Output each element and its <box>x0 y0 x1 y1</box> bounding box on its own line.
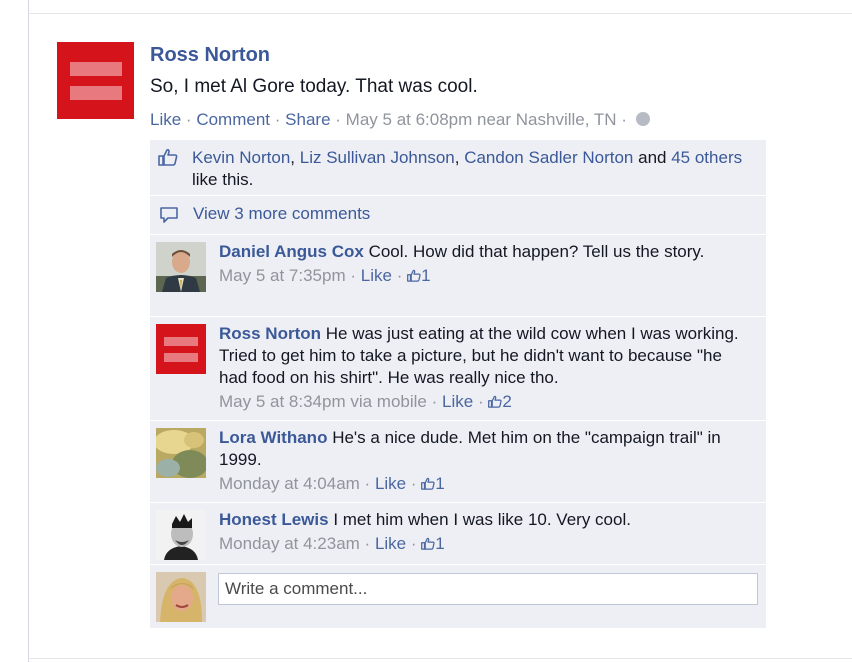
separator: · <box>350 266 357 285</box>
globe-icon[interactable] <box>635 112 650 126</box>
separator: · <box>410 534 417 553</box>
commenter-name[interactable]: Ross Norton <box>219 324 321 343</box>
view-more-comments-link[interactable]: View 3 more comments <box>193 204 370 224</box>
comment-timestamp[interactable]: Monday at 4:23am <box>219 534 360 553</box>
story-timestamp[interactable]: May 5 at 6:08pm near Nashville, TN <box>346 110 617 129</box>
likes-comma: , <box>290 148 296 167</box>
thumbs-up-icon <box>421 537 435 550</box>
separator: · <box>364 534 371 553</box>
comment-link[interactable]: Comment <box>196 110 270 129</box>
separator: · <box>335 110 341 129</box>
comment-text: I met him when I was like 10. Very cool. <box>333 510 631 529</box>
comment-meta: May 5 at 7:35pm · Like · 1 <box>219 265 740 287</box>
comment-like-count[interactable]: 1 <box>421 534 445 553</box>
page-border-top <box>28 13 852 14</box>
comment: Lora Withano He's a nice dude. Met him o… <box>150 421 766 503</box>
comment: Daniel Angus Cox Cool. How did that happ… <box>150 235 766 317</box>
equal-sign-bottom-bar <box>164 352 198 362</box>
viewer-avatar <box>156 572 206 622</box>
separator: · <box>274 110 281 129</box>
author-name[interactable]: Ross Norton <box>150 44 270 67</box>
liker-link[interactable]: Kevin Norton <box>192 148 290 167</box>
like-count: 2 <box>502 392 512 411</box>
comment-like-link[interactable]: Like <box>375 534 406 553</box>
comment-body: Lora Withano He's a nice dude. Met him o… <box>219 427 740 495</box>
commenter-avatar[interactable] <box>156 324 206 374</box>
comment-timestamp[interactable]: Monday at 4:04am <box>219 474 360 493</box>
liker-link[interactable]: Candon Sadler Norton <box>464 148 633 167</box>
like-link[interactable]: Like <box>150 110 181 129</box>
man-in-suit-photo <box>156 242 206 292</box>
likes-suffix: like this. <box>192 170 254 189</box>
blurry-photo <box>156 428 206 478</box>
thumbs-up-icon <box>158 148 178 166</box>
ufi-feedback: Kevin Norton, Liz Sullivan Johnson, Cand… <box>150 140 766 629</box>
commenter-name[interactable]: Honest Lewis <box>219 510 329 529</box>
comment-like-link[interactable]: Like <box>361 266 392 285</box>
comment: Honest Lewis I met him when I was like 1… <box>150 503 766 565</box>
comment-body: Honest Lewis I met him when I was like 1… <box>219 509 740 555</box>
equal-sign-top-bar <box>69 61 122 76</box>
comment: Ross Norton He was just eating at the wi… <box>150 317 766 421</box>
likes-text: Kevin Norton, Liz Sullivan Johnson, Cand… <box>192 147 746 191</box>
view-more-comments[interactable]: View 3 more comments <box>150 196 766 235</box>
page-border-left <box>28 0 29 662</box>
comment-like-count[interactable]: 2 <box>488 392 512 411</box>
equal-sign-bottom-bar <box>69 85 122 100</box>
write-comment-input[interactable] <box>218 573 758 605</box>
others-link[interactable]: 45 others <box>671 148 742 167</box>
like-count: 1 <box>421 266 431 285</box>
comment-like-count[interactable]: 1 <box>407 266 431 285</box>
separator: · <box>396 266 403 285</box>
separator: · <box>431 392 438 411</box>
comment-meta: Monday at 4:04am · Like · 1 <box>219 473 740 495</box>
likes-and: and <box>638 148 667 167</box>
man-with-mohawk-photo <box>156 510 206 560</box>
story-message: So, I met Al Gore today. That was cool. <box>150 76 478 97</box>
like-count: 1 <box>435 474 445 493</box>
likes-summary: Kevin Norton, Liz Sullivan Johnson, Cand… <box>150 140 766 196</box>
thumbs-up-icon <box>407 269 421 282</box>
commenter-name[interactable]: Daniel Angus Cox <box>219 242 364 261</box>
comment-bubble-icon <box>160 207 178 223</box>
comment-timestamp[interactable]: May 5 at 7:35pm <box>219 266 346 285</box>
separator: · <box>185 110 192 129</box>
commenter-avatar[interactable] <box>156 242 206 292</box>
author-avatar[interactable] <box>57 42 134 119</box>
woman-photo <box>156 572 206 622</box>
equal-sign-top-bar <box>164 336 198 346</box>
commenter-name[interactable]: Lora Withano <box>219 428 327 447</box>
thumbs-up-icon <box>488 395 503 408</box>
page-border-bottom <box>28 658 852 659</box>
comment-like-link[interactable]: Like <box>375 474 406 493</box>
comment-body: Ross Norton He was just eating at the wi… <box>219 323 740 413</box>
separator: · <box>621 110 627 129</box>
story-actions: Like · Comment · Share · May 5 at 6:08pm… <box>150 110 650 130</box>
thumbs-up-icon <box>421 477 435 490</box>
liker-link[interactable]: Liz Sullivan Johnson <box>300 148 455 167</box>
comment-timestamp[interactable]: May 5 at 8:34pm via mobile <box>219 392 427 411</box>
like-count: 1 <box>435 534 445 553</box>
share-link[interactable]: Share <box>285 110 330 129</box>
comment-body: Daniel Angus Cox Cool. How did that happ… <box>219 241 740 287</box>
commenter-avatar[interactable] <box>156 510 206 560</box>
separator: · <box>364 474 371 493</box>
comment-like-link[interactable]: Like <box>442 392 473 411</box>
separator: · <box>410 474 417 493</box>
commenter-avatar[interactable] <box>156 428 206 478</box>
comment-like-count[interactable]: 1 <box>421 474 445 493</box>
separator: · <box>477 392 484 411</box>
comment-composer <box>150 565 766 629</box>
likes-comma: , <box>454 148 460 167</box>
comment-meta: Monday at 4:23am · Like · 1 <box>219 533 740 555</box>
comment-text: Cool. How did that happen? Tell us the s… <box>368 242 705 261</box>
comment-meta: May 5 at 8:34pm via mobile · Like · 2 <box>219 391 740 413</box>
